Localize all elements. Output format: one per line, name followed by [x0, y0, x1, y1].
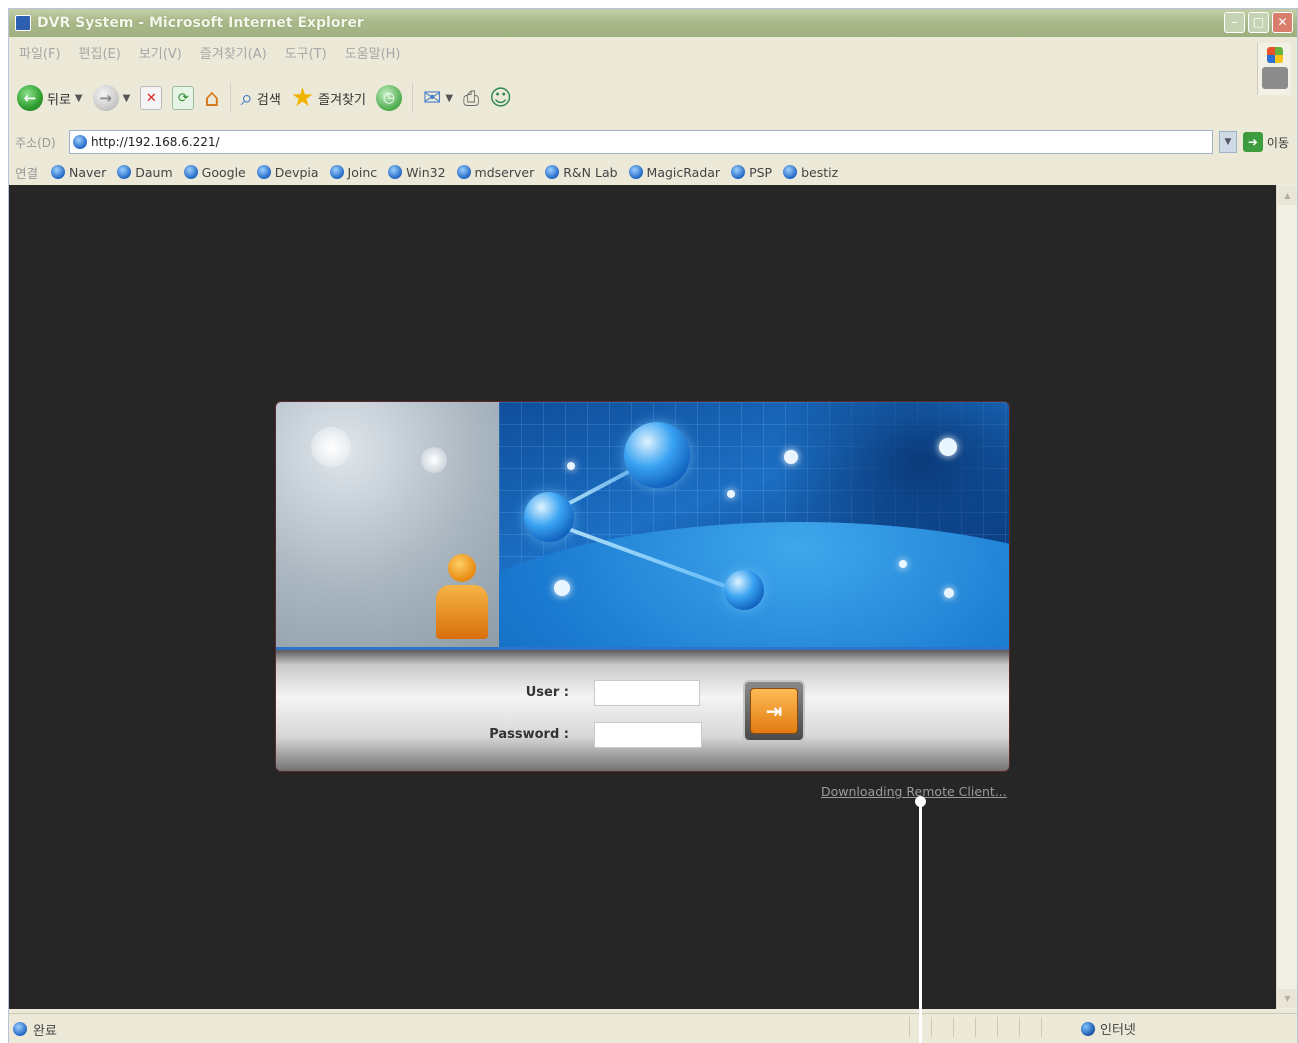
search-icon: ⌕ [240, 85, 253, 111]
user-input[interactable] [594, 680, 700, 706]
login-form: User : Password : ⇥ [276, 647, 1009, 771]
network-node-icon [724, 570, 764, 610]
link-bestiz[interactable]: bestiz [783, 165, 838, 180]
menu-file[interactable]: 파일(F) [19, 43, 61, 62]
download-remote-client-link[interactable]: Downloading Remote Client... [821, 784, 1007, 799]
page-content: User : Password : ⇥ Downloading Remote C… [9, 185, 1276, 1009]
globe-icon [1081, 1021, 1095, 1036]
window-controls: – □ ✕ [1224, 12, 1293, 33]
chevron-down-icon[interactable]: ▼ [75, 93, 83, 104]
user-label: User : [525, 685, 569, 700]
ie-page-icon [329, 165, 344, 179]
ie-page-icon [388, 165, 403, 179]
address-dropdown-icon[interactable]: ▼ [1218, 131, 1237, 153]
address-url[interactable]: http://192.168.6.221/ [91, 135, 220, 149]
link-daum[interactable]: Daum [117, 165, 173, 180]
menu-tools[interactable]: 도구(T) [285, 43, 327, 62]
mail-button[interactable]: ✉ ▼ [423, 86, 453, 111]
scroll-up-icon[interactable]: ▲ [1278, 186, 1297, 205]
ie-page-icon [51, 165, 66, 179]
ie-page-icon [117, 165, 132, 179]
address-input[interactable]: http://192.168.6.221/ [69, 130, 1213, 154]
go-label: 이동 [1266, 135, 1289, 150]
user-icon [436, 554, 488, 639]
status-text: 완료 [33, 1023, 57, 1039]
maximize-button[interactable]: □ [1248, 12, 1269, 33]
login-panel: User : Password : ⇥ [275, 401, 1010, 772]
zone-label: 인터넷 [1100, 1023, 1136, 1038]
forward-arrow-icon: → [92, 85, 119, 111]
ie-page-icon [545, 165, 560, 179]
login-enter-icon: ⇥ [765, 699, 783, 723]
back-arrow-icon: ← [17, 85, 43, 111]
login-left-panel [276, 402, 499, 647]
browser-window: DVR System - Microsoft Internet Explorer… [8, 8, 1298, 1043]
messenger-icon[interactable]: ☺ [489, 86, 512, 111]
title-bar[interactable]: DVR System - Microsoft Internet Explorer… [9, 9, 1297, 37]
minimize-button[interactable]: – [1224, 12, 1245, 33]
forward-button[interactable]: → ▼ [92, 85, 131, 111]
link-google[interactable]: Google [183, 165, 246, 180]
security-zone: 인터넷 [1081, 1019, 1136, 1038]
back-label: 뒤로 [47, 92, 71, 108]
menu-favorites[interactable]: 즐겨찾기(A) [200, 43, 267, 62]
link-rn-lab[interactable]: R&N Lab [545, 165, 618, 180]
links-label: 연결 [15, 165, 39, 181]
search-button[interactable]: ⌕ 검색 [241, 86, 281, 111]
scroll-down-icon[interactable]: ▼ [1278, 989, 1297, 1008]
menu-edit[interactable]: 편집(E) [79, 43, 121, 62]
stop-icon[interactable]: ✕ [140, 86, 163, 110]
links-bar: 연결 Naver Daum Google Devpia Joinc Win32 … [9, 159, 1297, 185]
back-button[interactable]: ← 뒤로 ▼ [17, 85, 83, 111]
link-mdserver[interactable]: mdserver [456, 165, 534, 180]
favorites-button[interactable]: ★ 즐겨찾기 [291, 83, 366, 113]
link-win32[interactable]: Win32 [388, 165, 446, 180]
network-node-icon [524, 492, 574, 542]
history-icon[interactable]: ◷ [375, 85, 402, 111]
page-icon [73, 135, 87, 149]
link-naver[interactable]: Naver [51, 165, 106, 180]
status-panels [909, 1017, 1063, 1037]
callout-line [919, 804, 922, 1043]
standard-toolbar: ← 뒤로 ▼ → ▼ ✕ ⟳ ⌂ ⌕ 검색 ★ 즐겨찾기 ◷ ✉ ▼ ⎙ ☺ [9, 73, 1297, 123]
ie-icon [15, 15, 31, 31]
link-psp[interactable]: PSP [731, 165, 772, 180]
address-label: 주소(D) [15, 135, 56, 150]
menu-bar: 파일(F) 편집(E) 보기(V) 즐겨찾기(A) 도구(T) 도움말(H) [9, 39, 1297, 65]
window-title: DVR System - Microsoft Internet Explorer [37, 15, 364, 31]
go-arrow-icon: ➜ [1242, 132, 1263, 152]
login-button[interactable]: ⇥ [743, 680, 805, 742]
print-icon[interactable]: ⎙ [463, 86, 479, 110]
link-magicradar[interactable]: MagicRadar [628, 165, 720, 180]
home-icon[interactable]: ⌂ [204, 84, 219, 112]
search-label: 검색 [256, 92, 281, 108]
ie-page-icon [628, 165, 643, 179]
login-banner-image [499, 402, 1009, 647]
menu-help[interactable]: 도움말(H) [345, 43, 401, 62]
network-node-icon [624, 422, 690, 488]
ie-page-icon [783, 165, 798, 179]
refresh-icon[interactable]: ⟳ [172, 86, 195, 110]
link-joinc[interactable]: Joinc [329, 165, 377, 180]
password-input[interactable] [594, 722, 702, 748]
favorites-label: 즐겨찾기 [318, 92, 366, 108]
password-label: Password : [489, 727, 569, 742]
close-button[interactable]: ✕ [1272, 12, 1293, 33]
mail-icon: ✉ [422, 85, 442, 111]
link-devpia[interactable]: Devpia [256, 165, 319, 180]
address-bar: 주소(D) http://192.168.6.221/ ▼ ➜ 이동 [9, 127, 1297, 157]
go-button[interactable]: ➜ 이동 [1242, 132, 1289, 152]
star-icon: ★ [290, 83, 315, 113]
vertical-scrollbar[interactable]: ▲ ▼ [1276, 185, 1297, 1009]
chevron-down-icon[interactable]: ▼ [445, 93, 453, 104]
page-done-icon [13, 1022, 27, 1036]
ie-page-icon [731, 165, 746, 179]
chevron-down-icon[interactable]: ▼ [123, 93, 131, 104]
ie-page-icon [183, 165, 198, 179]
menu-view[interactable]: 보기(V) [139, 43, 182, 62]
ie-page-icon [256, 165, 271, 179]
ie-page-icon [456, 165, 471, 179]
